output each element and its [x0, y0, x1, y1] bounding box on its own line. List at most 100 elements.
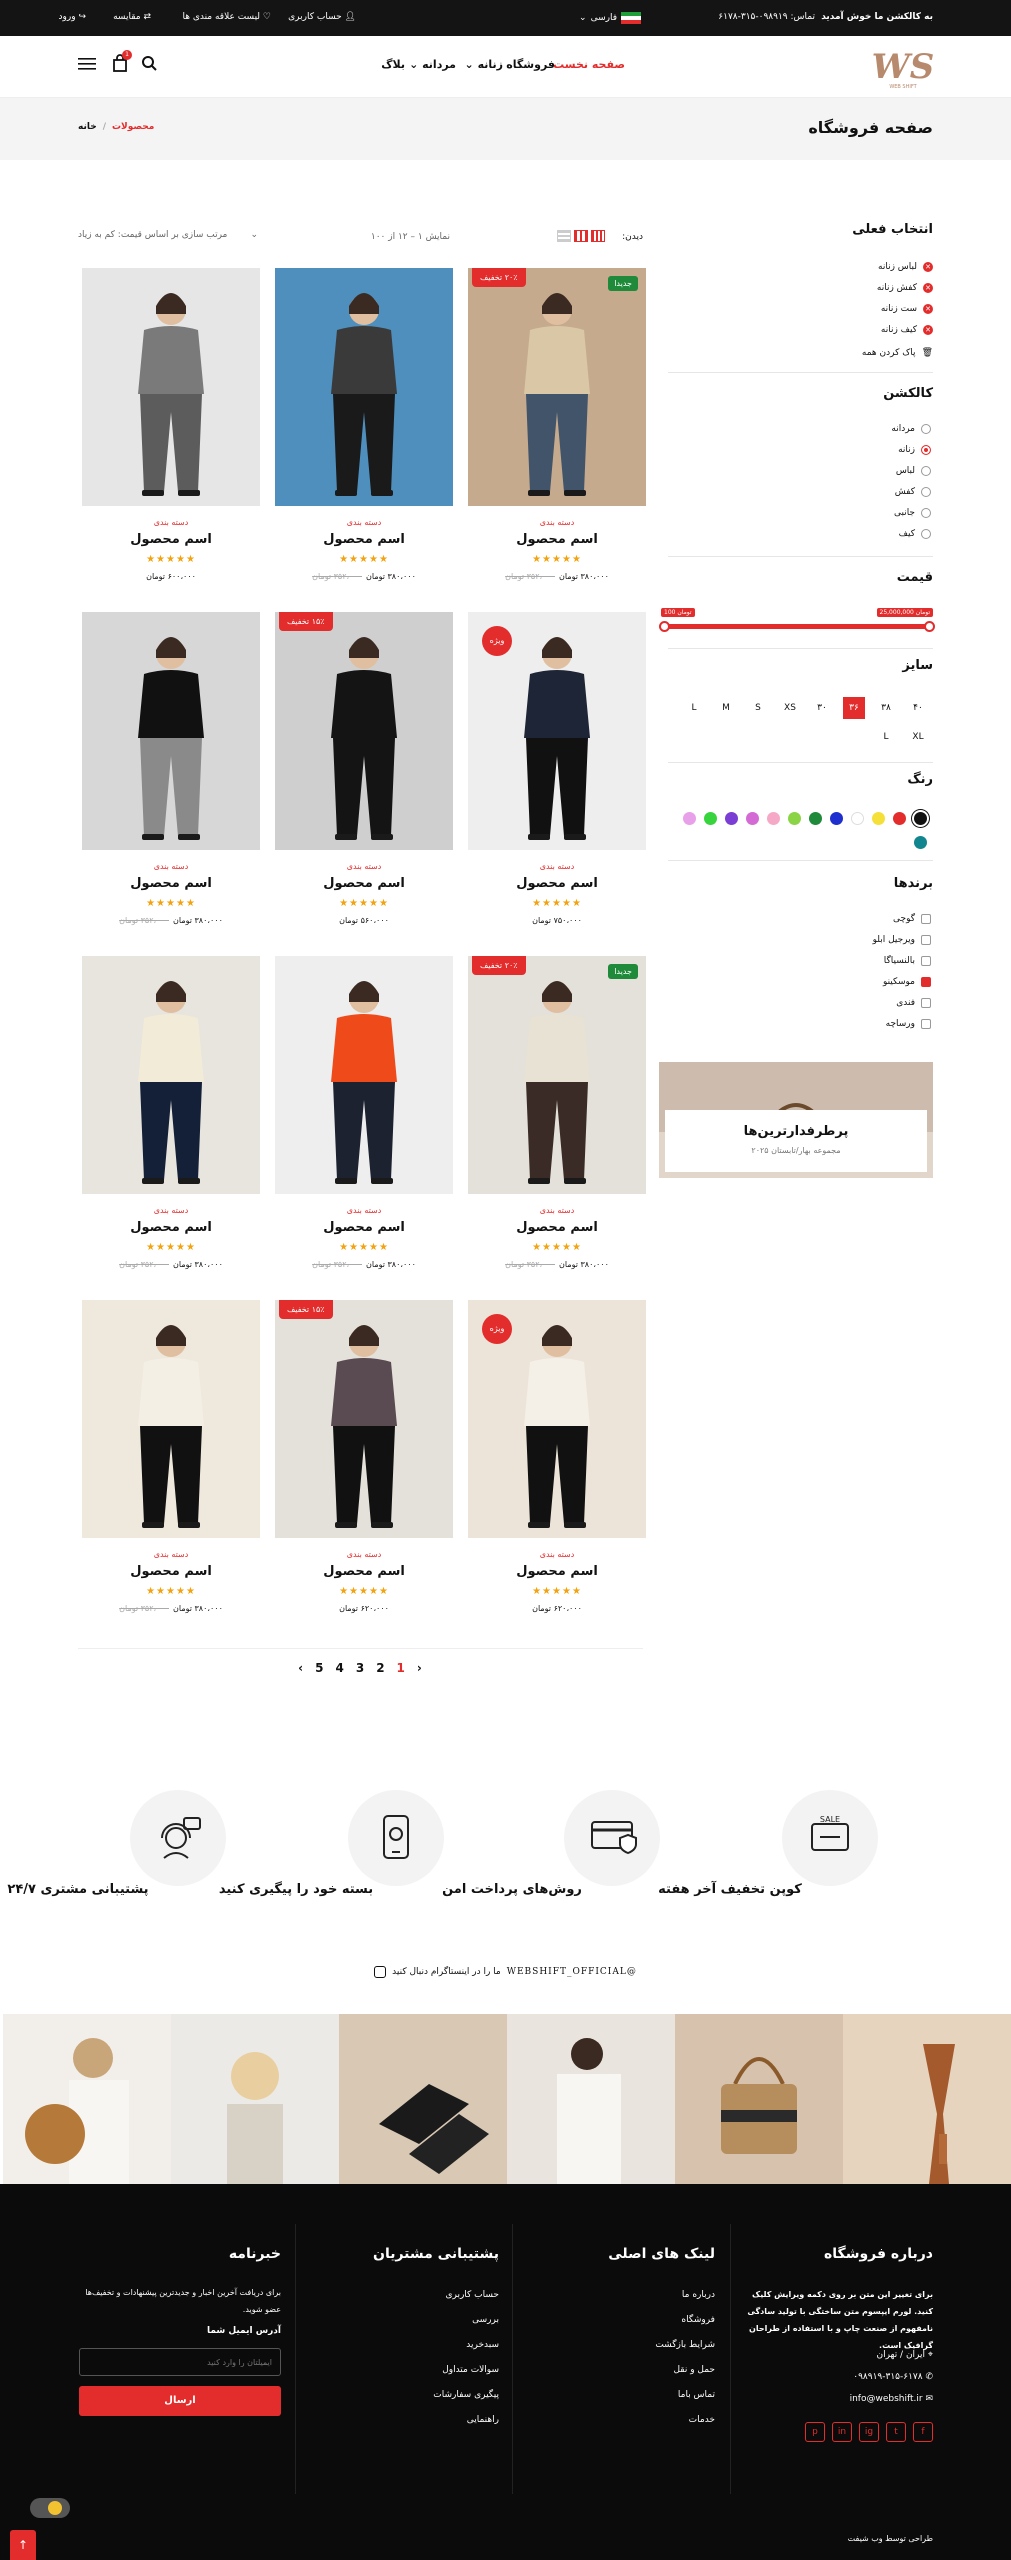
product-category[interactable]: دسته بندی [82, 1206, 260, 1215]
color-swatch[interactable] [914, 812, 927, 825]
color-swatch[interactable] [725, 812, 738, 825]
footer-link[interactable]: پیگیری سفارشات [433, 2390, 499, 2400]
radio-button[interactable] [921, 445, 931, 455]
collection-option[interactable]: کفش [895, 487, 931, 497]
current-filter-chip[interactable]: ✕ کیف زنانه [881, 325, 933, 335]
facebook-icon[interactable]: f [913, 2422, 933, 2442]
footer-link[interactable]: راهنمایی [467, 2415, 499, 2425]
product-category[interactable]: دسته بندی [275, 1206, 453, 1215]
footer-link[interactable]: درباره ما [682, 2290, 715, 2300]
sort-select[interactable]: ⌄ مرتب سازی بر اساس قیمت: کم به زیاد [78, 230, 258, 246]
size-option[interactable]: S [747, 697, 769, 719]
product-category[interactable]: دسته بندی [468, 518, 646, 527]
collection-option[interactable]: لباس [896, 466, 931, 476]
color-swatch[interactable] [788, 812, 801, 825]
grid-3-view-icon[interactable] [574, 230, 588, 242]
product-category[interactable]: دسته بندی [468, 1206, 646, 1215]
product-name[interactable]: اسم محصول [82, 1564, 260, 1579]
size-option[interactable]: XL [907, 726, 929, 748]
search-button[interactable] [140, 54, 160, 74]
nav-women[interactable]: زنانه ⌄ [465, 58, 503, 71]
twitter-icon[interactable]: t [886, 2422, 906, 2442]
product-name[interactable]: اسم محصول [275, 1564, 453, 1579]
footer-link[interactable]: خدمات [689, 2415, 715, 2425]
color-swatch[interactable] [704, 812, 717, 825]
current-filter-chip[interactable]: ✕ ست زنانه [881, 304, 933, 314]
gallery-image[interactable] [507, 2014, 675, 2184]
product-category[interactable]: دسته بندی [275, 518, 453, 527]
product-category[interactable]: دسته بندی [82, 1550, 260, 1559]
checkbox[interactable] [921, 977, 931, 987]
remove-icon[interactable]: ✕ [923, 325, 933, 335]
price-min-handle[interactable] [659, 621, 670, 632]
collection-option[interactable]: جانبی [894, 508, 931, 518]
product-name[interactable]: اسم محصول [275, 876, 453, 891]
collection-option[interactable]: زنانه [898, 445, 931, 455]
product-category[interactable]: دسته بندی [275, 1550, 453, 1559]
product-image[interactable] [275, 268, 453, 506]
theme-toggle[interactable] [30, 2498, 70, 2518]
color-swatch[interactable] [809, 812, 822, 825]
product-image[interactable] [82, 1300, 260, 1538]
checkbox[interactable] [921, 914, 931, 924]
current-filter-chip[interactable]: ✕ لباس زنانه [878, 262, 933, 272]
page-number[interactable]: 1 [397, 1661, 405, 1677]
email-line[interactable]: ✉ info@webshift.ir [850, 2394, 933, 2404]
size-option[interactable]: ۳۶ [843, 697, 865, 719]
footer-link[interactable]: حساب کاربری [445, 2290, 499, 2300]
account-link[interactable]: 👤︎ حساب کاربری [288, 12, 356, 22]
pinterest-icon[interactable]: p [805, 2422, 825, 2442]
product-image[interactable] [275, 956, 453, 1194]
nav-blog[interactable]: بلاگ [381, 58, 405, 71]
footer-link[interactable]: فروشگاه [681, 2315, 715, 2325]
nav-home[interactable]: صفحه نخست [553, 58, 625, 71]
product-card[interactable]: جدیدا ۲۰٪ تخفیف دسته بندی اسم محصول ★★★★★ ۳۸۰… [468, 956, 646, 1286]
nav-men[interactable]: مردانه ⌄ [409, 58, 456, 71]
product-card[interactable]: ۱۵٪ تخفیف دسته بندی اسم محصول ★★★★★ ۶۲۰،۰۰۰ … [275, 1300, 453, 1630]
collection-option[interactable]: کیف [899, 529, 931, 539]
color-swatch[interactable] [746, 812, 759, 825]
remove-icon[interactable]: ✕ [923, 283, 933, 293]
product-name[interactable]: اسم محصول [82, 532, 260, 547]
checkbox[interactable] [921, 956, 931, 966]
wishlist-link[interactable]: ♡ لیست علاقه مندی ها [182, 12, 271, 22]
product-image[interactable] [468, 268, 646, 506]
gallery-image[interactable] [843, 2014, 1011, 2184]
product-image[interactable] [82, 956, 260, 1194]
product-card[interactable]: دسته بندی اسم محصول ★★★★★ ۳۸۰،۰۰۰ تومان ۳۵۲،… [275, 956, 453, 1286]
size-option[interactable]: L [875, 726, 897, 748]
footer-link[interactable]: حمل و نقل [673, 2365, 715, 2375]
product-card[interactable]: ویژه دسته بندی اسم محصول ★★★★★ ۷۵۰،۰۰۰ تومان [468, 612, 646, 942]
product-image[interactable] [275, 1300, 453, 1538]
checkbox[interactable] [921, 1019, 931, 1029]
gallery-image[interactable] [3, 2014, 171, 2184]
remove-icon[interactable]: ✕ [923, 304, 933, 314]
product-category[interactable]: دسته بندی [82, 862, 260, 871]
product-name[interactable]: اسم محصول [468, 1220, 646, 1235]
radio-button[interactable] [921, 487, 931, 497]
product-category[interactable]: دسته بندی [468, 1550, 646, 1559]
product-card[interactable]: ویژه دسته بندی اسم محصول ★★★★★ ۶۲۰،۰۰۰ تومان [468, 1300, 646, 1630]
price-range-slider[interactable]: تومان 25,000,000 تومان 100 [659, 608, 935, 634]
price-max-handle[interactable] [924, 621, 935, 632]
radio-button[interactable] [921, 466, 931, 476]
instagram-callout[interactable]: @WEBSHIFT_OFFICIAL ما را در اینستاگرام د… [300, 1962, 711, 1982]
product-name[interactable]: اسم محصول [275, 1220, 453, 1235]
color-swatch[interactable] [767, 812, 780, 825]
brand-option[interactable]: ویرجیل ابلو [873, 935, 931, 945]
brand-option[interactable]: موسکینو [883, 977, 931, 987]
promo-banner[interactable]: پرطرفدارترین‌ها مجموعه بهار/تابستان ۲۰۲۵ [659, 1062, 933, 1178]
radio-button[interactable] [921, 424, 931, 434]
product-name[interactable]: اسم محصول [275, 532, 453, 547]
footer-link[interactable]: شرایط بازگشت [655, 2340, 715, 2350]
pagination-next[interactable]: › [298, 1661, 303, 1677]
size-option[interactable]: M [715, 697, 737, 719]
brand-option[interactable]: فندی [896, 998, 931, 1008]
color-swatch[interactable] [683, 812, 696, 825]
product-image[interactable] [468, 956, 646, 1194]
brand-option[interactable]: بالنسیاگا [884, 956, 931, 966]
radio-button[interactable] [921, 529, 931, 539]
product-category[interactable]: دسته بندی [275, 862, 453, 871]
footer-link[interactable]: سبدخرید [466, 2340, 499, 2350]
site-logo[interactable]: WS WEB SHIFT [873, 42, 933, 92]
